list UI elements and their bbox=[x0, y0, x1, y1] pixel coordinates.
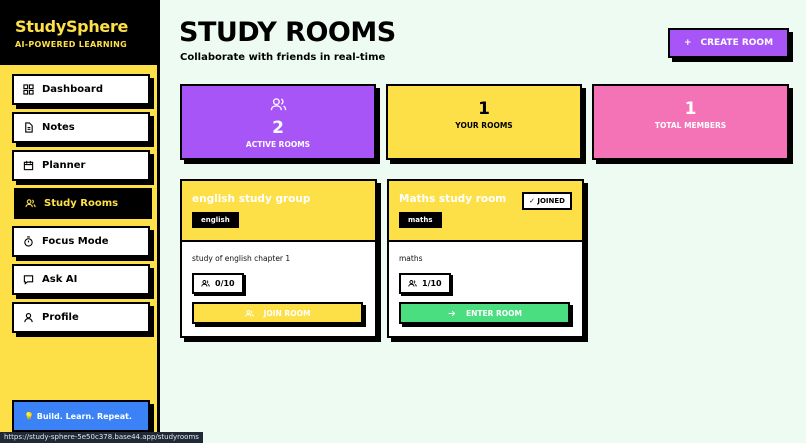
document-icon bbox=[25, 122, 33, 133]
stat-value: 2 bbox=[272, 117, 284, 138]
users-icon bbox=[244, 309, 254, 317]
brand-subtitle: AI-POWERED LEARNING bbox=[15, 40, 128, 49]
page-subtitle: Collaborate with friends in real-time bbox=[180, 52, 386, 63]
room-card-header: Maths study room maths ✓ JOINED bbox=[389, 181, 582, 242]
stat-active-rooms: 2 ACTIVE ROOMS bbox=[180, 84, 376, 160]
sidebar-item-profile[interactable]: Profile bbox=[12, 302, 150, 333]
room-name: english study group bbox=[192, 193, 311, 205]
join-room-button[interactable]: JOIN ROOM bbox=[192, 302, 363, 324]
chat-icon bbox=[23, 275, 34, 285]
user-icon bbox=[24, 313, 33, 323]
enter-room-button[interactable]: ENTER ROOM bbox=[399, 302, 570, 324]
stat-total-members: 1 TOTAL MEMBERS bbox=[592, 84, 789, 160]
sidebar-item-study-rooms[interactable]: Study Rooms bbox=[14, 188, 152, 219]
join-room-label: JOIN ROOM bbox=[263, 308, 311, 318]
users-icon bbox=[408, 280, 417, 287]
members-badge: 1/10 bbox=[399, 273, 451, 294]
status-url: https://study-sphere-5e50c378.base44.app… bbox=[0, 432, 203, 443]
create-room-label: CREATE ROOM bbox=[700, 38, 774, 48]
timer-icon bbox=[24, 236, 33, 247]
sidebar-item-planner[interactable]: Planner bbox=[12, 150, 150, 181]
arrow-right-icon bbox=[448, 310, 456, 316]
sidebar-item-label: Ask AI bbox=[42, 274, 78, 285]
sidebar-item-label: Focus Mode bbox=[42, 236, 109, 247]
room-card: Maths study room maths ✓ JOINED maths 1/… bbox=[387, 179, 584, 338]
sidebar-item-label: Study Rooms bbox=[44, 198, 119, 209]
create-room-button[interactable]: + CREATE ROOM bbox=[668, 28, 789, 58]
calendar-icon bbox=[23, 160, 34, 171]
room-description: study of english chapter 1 bbox=[192, 254, 291, 263]
users-icon bbox=[201, 280, 210, 287]
grid-icon bbox=[23, 84, 34, 95]
room-description: maths bbox=[399, 254, 423, 263]
users-icon bbox=[270, 97, 286, 110]
members-count: 1/10 bbox=[422, 279, 442, 288]
members-count: 0/10 bbox=[215, 279, 235, 288]
room-tag: english bbox=[192, 212, 239, 228]
sidebar-item-label: Dashboard bbox=[42, 84, 103, 95]
sidebar-item-label: Profile bbox=[42, 312, 79, 323]
members-badge: 0/10 bbox=[192, 273, 244, 294]
stat-value: 1 bbox=[478, 99, 490, 119]
stat-value: 1 bbox=[684, 99, 697, 119]
stat-label: ACTIVE ROOMS bbox=[245, 139, 311, 149]
users-icon bbox=[25, 199, 36, 208]
enter-room-label: ENTER ROOM bbox=[465, 308, 522, 318]
room-tag: maths bbox=[399, 212, 442, 228]
sidebar-item-dashboard[interactable]: Dashboard bbox=[12, 74, 150, 105]
plus-icon: + bbox=[683, 38, 692, 48]
sidebar-item-focus-mode[interactable]: Focus Mode bbox=[12, 226, 150, 257]
room-card: english study group english study of eng… bbox=[180, 179, 377, 338]
sidebar: StudySphere AI-POWERED LEARNING Dashboar… bbox=[0, 0, 160, 443]
room-card-header: english study group english bbox=[182, 181, 375, 242]
brand: StudySphere AI-POWERED LEARNING bbox=[0, 0, 157, 65]
stat-your-rooms: 1 YOUR ROOMS bbox=[386, 84, 582, 160]
sidebar-item-label: Notes bbox=[42, 122, 75, 133]
sidebar-item-notes[interactable]: Notes bbox=[12, 112, 150, 143]
sidebar-item-label: Planner bbox=[42, 160, 86, 171]
brand-title: StudySphere bbox=[15, 17, 129, 36]
sidebar-item-ask-ai[interactable]: Ask AI bbox=[12, 264, 150, 295]
joined-badge: ✓ JOINED bbox=[522, 192, 572, 210]
tip-banner: 💡 Build. Learn. Repeat. bbox=[12, 400, 150, 432]
stat-label: YOUR ROOMS bbox=[455, 121, 513, 130]
page-title: STUDY ROOMS bbox=[179, 17, 396, 48]
stat-label: TOTAL MEMBERS bbox=[654, 121, 727, 130]
